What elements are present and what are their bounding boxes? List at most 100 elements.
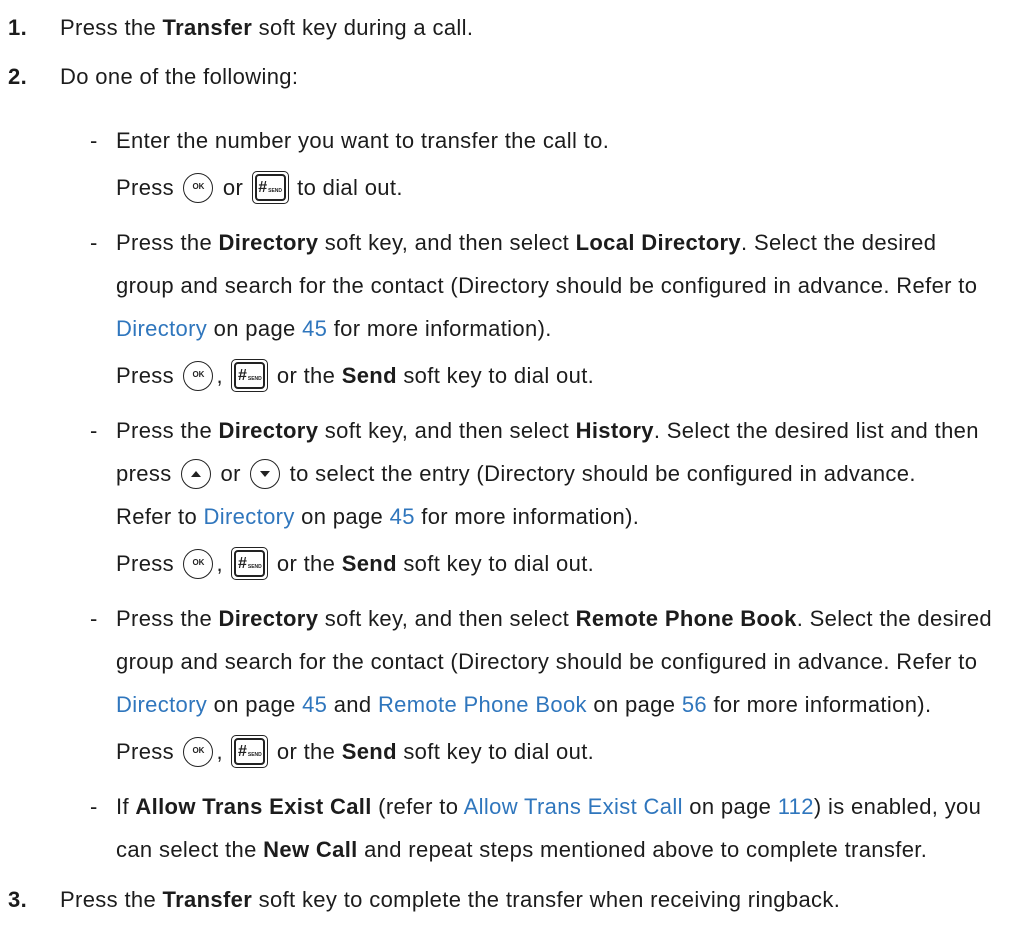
send-key-label: SEND bbox=[247, 751, 262, 758]
step-body: Do one of the following: - Enter the numbe… bbox=[60, 55, 1024, 871]
text-run: or bbox=[216, 175, 250, 200]
link-allow-trans-exist-call[interactable]: Allow Trans Exist Call bbox=[464, 794, 683, 819]
option-text-line: If Allow Trans Exist Call (refer to Allo… bbox=[116, 785, 1024, 828]
text-run: Enter the number you want to transfer th… bbox=[116, 128, 610, 153]
text-run: on page bbox=[586, 692, 682, 717]
option-text-line: Refer to Directory on page 45 for more i… bbox=[116, 495, 1024, 538]
link-112[interactable]: 112 bbox=[778, 794, 814, 819]
option-body: Press the Directory soft key, and then s… bbox=[116, 597, 1024, 773]
link-remote-phone-book[interactable]: Remote Phone Book bbox=[378, 692, 587, 717]
text-run: Press bbox=[116, 363, 181, 388]
bold-term: Allow Trans Exist Call bbox=[135, 794, 372, 819]
text-run: Press bbox=[116, 175, 181, 200]
ok-key-label: OK bbox=[192, 745, 205, 755]
text-run: on page bbox=[682, 794, 778, 819]
link-directory[interactable]: Directory bbox=[116, 316, 207, 341]
option-text-line: group and search for the contact (Direct… bbox=[116, 640, 1024, 683]
dial-out-line: Press OK, # SEND or the Send soft key to … bbox=[116, 730, 1024, 773]
text-run: on page bbox=[294, 504, 390, 529]
text-run: Press the bbox=[116, 230, 219, 255]
bullet-dash: - bbox=[90, 230, 98, 255]
link-45[interactable]: 45 bbox=[302, 692, 327, 717]
step-text-line: Press the Transfer soft key to complete … bbox=[60, 878, 1024, 921]
step-1: 1. Press the Transfer soft key during a c… bbox=[0, 6, 1024, 49]
step-number: 1. bbox=[8, 15, 28, 40]
text-run: or the bbox=[270, 551, 342, 576]
send-key-icon: # SEND bbox=[251, 171, 289, 205]
step-number: 3. bbox=[8, 887, 28, 912]
option-item: - Press the Directory soft key, and then … bbox=[88, 597, 1024, 773]
text-run: , bbox=[216, 739, 230, 764]
send-key-face: # SEND bbox=[254, 174, 286, 202]
text-run: group and search for the contact (Direct… bbox=[116, 273, 978, 298]
dial-out-line: Press OK, # SEND or the Send soft key to … bbox=[116, 542, 1024, 585]
step-body: Press the Transfer soft key to complete … bbox=[60, 878, 1024, 921]
link-directory[interactable]: Directory bbox=[116, 692, 207, 717]
ok-key-icon: OK bbox=[183, 360, 214, 391]
text-run: or bbox=[214, 461, 248, 486]
text-run: group and search for the contact (Direct… bbox=[116, 649, 978, 674]
down-arrow-key-icon bbox=[250, 458, 281, 489]
dial-out-line: Press OK, # SEND or the Send soft key to … bbox=[116, 354, 1024, 397]
bold-term: History bbox=[575, 418, 654, 443]
text-run: and bbox=[327, 692, 378, 717]
text-run: Press bbox=[116, 739, 181, 764]
send-key-label: SEND bbox=[247, 375, 262, 382]
option-text-line: Press the Directory soft key, and then s… bbox=[116, 409, 1024, 452]
text-run: Press the bbox=[60, 15, 163, 40]
text-run: , bbox=[216, 551, 230, 576]
ok-key-icon: OK bbox=[183, 736, 214, 767]
text-run: . Select the desired list and then bbox=[653, 418, 979, 443]
option-text-line: can select the New Call and repeat steps… bbox=[116, 828, 1024, 871]
text-run: Press the bbox=[60, 887, 163, 912]
bold-term: Send bbox=[341, 739, 397, 764]
bullet-dash: - bbox=[90, 418, 98, 443]
bold-term: Directory bbox=[218, 418, 319, 443]
send-key-icon: # SEND bbox=[231, 359, 269, 393]
text-run: Press the bbox=[116, 418, 219, 443]
text-run: If bbox=[116, 794, 136, 819]
procedure-steps: 1. Press the Transfer soft key during a c… bbox=[0, 6, 1024, 921]
ok-key-icon: OK bbox=[183, 548, 214, 579]
hash-glyph: # bbox=[258, 178, 268, 196]
link-56[interactable]: 56 bbox=[682, 692, 707, 717]
link-45[interactable]: 45 bbox=[390, 504, 415, 529]
bold-term: Transfer bbox=[162, 15, 253, 40]
text-run: press bbox=[116, 461, 179, 486]
option-item: - If Allow Trans Exist Call (refer to All… bbox=[88, 785, 1024, 871]
option-body: Press the Directory soft key, and then s… bbox=[116, 409, 1024, 585]
text-run: to select the entry (Directory should be… bbox=[283, 461, 916, 486]
text-run: (refer to bbox=[371, 794, 464, 819]
option-item: - Press the Directory soft key, and then … bbox=[88, 221, 1024, 397]
bullet-dash: - bbox=[90, 606, 98, 631]
triangle-down-icon bbox=[260, 470, 271, 477]
bullet-dash: - bbox=[90, 794, 98, 819]
bold-term: Remote Phone Book bbox=[575, 606, 797, 631]
bold-term: Transfer bbox=[162, 887, 253, 912]
step-body: Press the Transfer soft key during a cal… bbox=[60, 6, 1024, 49]
send-key-icon: # SEND bbox=[231, 735, 269, 769]
step-2: 2. Do one of the following: - Enter the num… bbox=[0, 55, 1024, 871]
text-run: soft key, and then select bbox=[318, 418, 576, 443]
text-run: soft key to complete the transfer when r… bbox=[252, 887, 841, 912]
text-run: on page bbox=[207, 692, 303, 717]
bold-term: Send bbox=[341, 551, 397, 576]
send-key-label: SEND bbox=[268, 187, 283, 194]
link-45[interactable]: 45 bbox=[302, 316, 327, 341]
text-run: for more information). bbox=[706, 692, 932, 717]
text-run: soft key to dial out. bbox=[396, 739, 595, 764]
text-run: can select the bbox=[116, 837, 264, 862]
hash-glyph: # bbox=[237, 742, 247, 760]
text-run: soft key during a call. bbox=[252, 15, 474, 40]
text-run: . Select the desired bbox=[796, 606, 993, 631]
option-item: - Enter the number you want to transfer t… bbox=[88, 119, 1024, 209]
link-directory[interactable]: Directory bbox=[204, 504, 295, 529]
send-key-face: # SEND bbox=[234, 550, 266, 578]
step-3: 3. Press the Transfer soft key to complet… bbox=[0, 878, 1024, 921]
text-run: soft key to dial out. bbox=[396, 363, 595, 388]
send-key-label: SEND bbox=[247, 563, 262, 570]
option-text-line: Enter the number you want to transfer th… bbox=[116, 119, 1024, 162]
ok-key-label: OK bbox=[192, 181, 205, 191]
hash-glyph: # bbox=[237, 554, 247, 572]
bold-term: Send bbox=[341, 363, 397, 388]
